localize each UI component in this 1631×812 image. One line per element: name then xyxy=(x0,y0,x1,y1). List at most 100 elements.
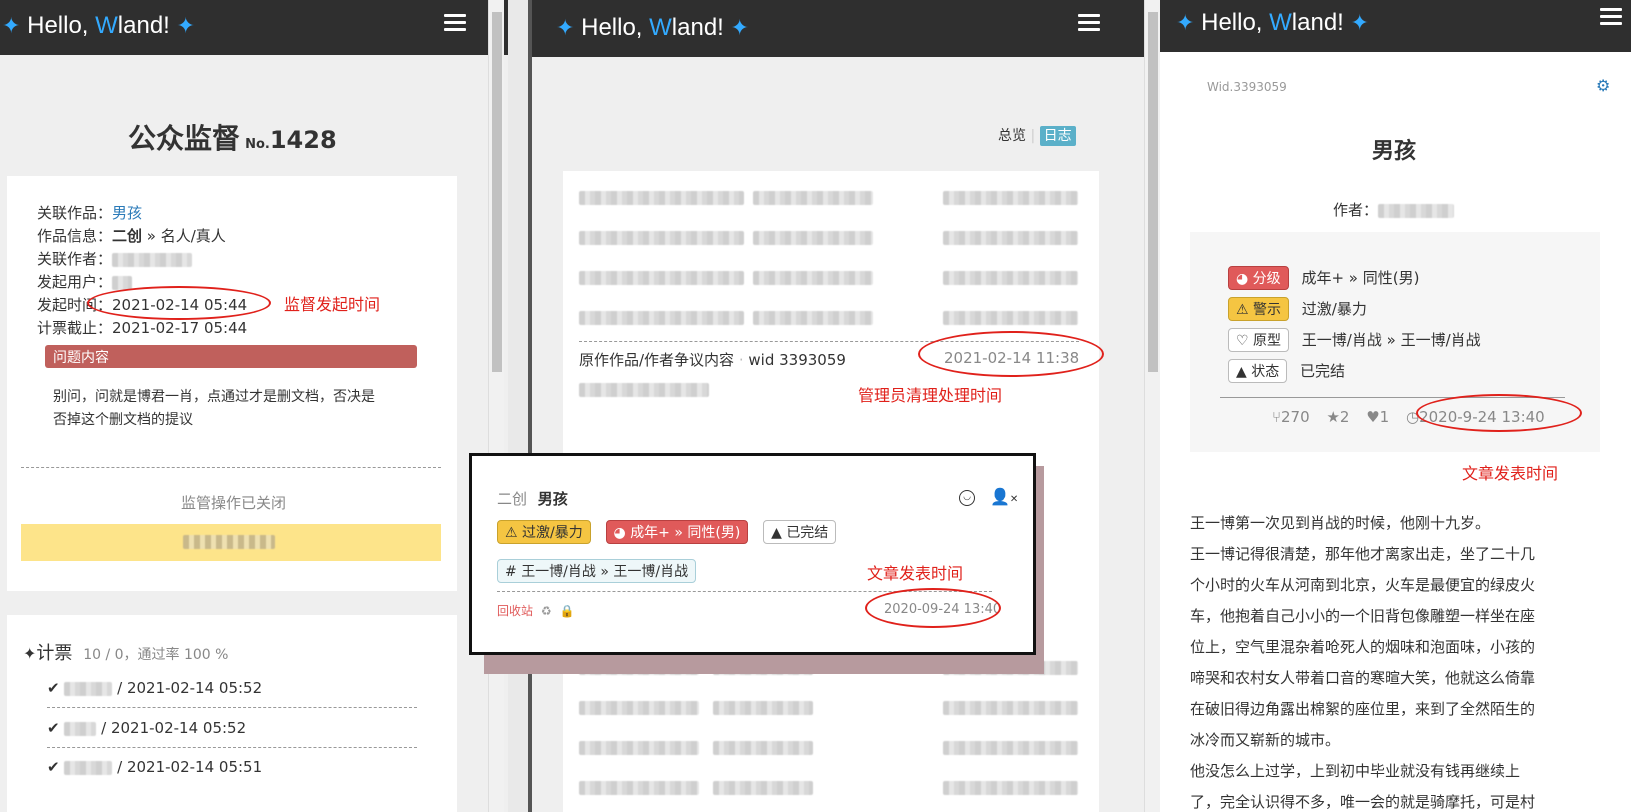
vote-stats: 10 / 0，通过率 100 % xyxy=(83,647,229,663)
voter-blurred xyxy=(64,681,113,696)
label: 关联作者： xyxy=(37,250,113,268)
body-line: 他没怎么上过学，上到初中毕业就没有钱再继续上 xyxy=(1190,762,1521,780)
vote-time: / 2021-02-14 05:52 xyxy=(101,719,247,737)
star-icon: ✦ xyxy=(2,13,21,38)
brand-w: W xyxy=(95,12,118,39)
meta-status: ▲ 状态 已完结 xyxy=(1228,359,1345,383)
vote-time: / 2021-02-14 05:51 xyxy=(117,758,263,776)
body-line: 在破旧得边角露出棉絮的座位里，来到了全然陌生的 xyxy=(1190,700,1536,718)
popup-tags: ⚠ 过激/暴力 ◕ 成年+ » 同性(男) ▲ 已完结 xyxy=(497,520,837,544)
brand-logo[interactable]: ✦ Hello, Wland! ✦ xyxy=(556,14,749,42)
body-line: 车，他抱着自己小小的一个旧背包像雕塑一样坐在座 xyxy=(1190,607,1536,625)
supervision-title: 公众监督 No.1428 xyxy=(128,117,337,157)
hamburger-menu-icon[interactable] xyxy=(444,14,466,35)
check-icon: ✔ xyxy=(47,758,60,776)
tag-warning[interactable]: ⚠ 过激/暴力 xyxy=(497,520,591,544)
right-panel: ✦ Hello, Wland! ✦ Wid.3393059 ⚙ 男孩 作者： ◕… xyxy=(1160,0,1631,812)
log-wid: wid 3393059 xyxy=(748,351,846,369)
tab-overview[interactable]: 总览 xyxy=(998,128,1026,144)
case-number: 1428 xyxy=(269,126,337,154)
log-text: 原作作品/作者争议内容 xyxy=(579,351,735,369)
voter-blurred xyxy=(64,721,97,736)
label: 发起用户： xyxy=(37,273,113,291)
recycle-link[interactable]: 回收站 xyxy=(497,604,533,618)
fork-icon: ⑂ xyxy=(1272,408,1282,426)
top-bar: ✦ Hello, Wland! ✦ xyxy=(0,0,508,55)
annotation-circle xyxy=(865,588,1001,628)
brand-land: land! xyxy=(671,14,724,41)
body-line: 王一博记得很清楚，那年他才离家出走，坐了二十几 xyxy=(1190,545,1536,563)
status-key: 状态 xyxy=(1251,364,1280,380)
smile-icon[interactable]: ◡ xyxy=(959,490,975,506)
stars-count: 2 xyxy=(1339,408,1350,426)
scrollbar[interactable] xyxy=(488,0,504,812)
tabs: 总览 | 日志 xyxy=(998,125,1076,146)
body-line: 了，完全认识得不多，唯一会的就是骑摩托，可是村 xyxy=(1190,793,1536,811)
star-icon: ✦ xyxy=(176,13,195,38)
body-line: 啼哭和农村女人带着口音的寒暄大笑，他就这么倚靠 xyxy=(1190,669,1536,687)
tag-fandom[interactable]: # 王一博/肖战 » 王一博/肖战 xyxy=(497,559,697,583)
tag-warning-label: 过激/暴力 xyxy=(522,525,583,541)
tab-divider: | xyxy=(1030,128,1036,144)
hamburger-menu-icon[interactable] xyxy=(1078,14,1100,35)
row-author: 关联作者： xyxy=(37,248,193,269)
left-panel: ✦ Hello, Wland! ✦ 公众监督 No.1428 关联作品：男孩 作… xyxy=(0,0,508,812)
vote-card: ✦计票 10 / 0，通过率 100 % ✔ / 2021-02-14 05:5… xyxy=(7,615,457,812)
rating-chip[interactable]: ◕ 分级 xyxy=(1228,266,1289,290)
brand-w: W xyxy=(1269,9,1292,36)
block-user-icon[interactable]: 👤✕ xyxy=(990,487,1018,506)
top-bar: ✦ Hello, Wland! ✦ xyxy=(1160,0,1631,52)
brand-logo[interactable]: ✦ Hello, Wland! ✦ xyxy=(2,12,195,40)
work-type: 二创 xyxy=(497,490,528,508)
rating-value: 成年+ » 同性(男) xyxy=(1301,269,1420,287)
brand-logo[interactable]: ✦ Hello, Wland! ✦ xyxy=(1176,9,1369,37)
blurred-content xyxy=(183,535,275,549)
body-line: 位上，空气里混杂着呛死人的烟味和泡面味，小孩的 xyxy=(1190,638,1536,656)
brand-hello: Hello, xyxy=(1201,9,1270,36)
star-icon: ✦ xyxy=(556,15,575,40)
work-title[interactable]: 男孩 xyxy=(538,490,568,508)
work-link[interactable]: 男孩 xyxy=(112,204,142,222)
rating-key: 分级 xyxy=(1252,271,1281,287)
row-deadline: 计票截止：2021-02-17 05:44 xyxy=(37,317,247,338)
recycle-icon[interactable]: ♻ xyxy=(541,604,552,618)
warning-chip[interactable]: ⚠ 警示 xyxy=(1228,297,1290,321)
settings-icon[interactable]: ⚙ xyxy=(1596,76,1610,95)
prototype-chip[interactable]: ♡ 原型 xyxy=(1228,328,1290,352)
brand-land: land! xyxy=(117,12,170,39)
heart-icon[interactable]: ♥ xyxy=(1366,408,1379,426)
annotation-admin-time: 管理员清理处理时间 xyxy=(858,386,1003,405)
label: 关联作品： xyxy=(37,204,113,222)
closed-status-box xyxy=(21,524,441,561)
hamburger-menu-icon[interactable] xyxy=(1600,8,1622,29)
body-line: 王一博第一次见到肖战的时候，他刚十九岁。 xyxy=(1190,514,1491,532)
prototype-key: 原型 xyxy=(1253,333,1282,349)
tag-rating[interactable]: ◕ 成年+ » 同性(男) xyxy=(605,520,749,544)
star-rating-icon[interactable]: ★ xyxy=(1326,408,1339,426)
value: 二创 xyxy=(112,227,143,245)
star-icon: ✦ xyxy=(730,15,749,40)
issue-text-line-2: 否掉这个删文档的提议 xyxy=(53,412,193,428)
annotation-start-time: 监督发起时间 xyxy=(284,295,381,314)
label: 计票截止： xyxy=(37,319,113,337)
vote-item: ✔ / 2021-02-14 05:51 xyxy=(47,758,262,776)
author-blurred xyxy=(1378,203,1455,218)
check-icon: ✔ xyxy=(47,719,60,737)
star-icon: ✦ xyxy=(1350,10,1369,35)
heartbeat-icon: ♡ xyxy=(1236,333,1249,349)
log-sep: · xyxy=(738,351,744,369)
status-chip[interactable]: ▲ 状态 xyxy=(1228,359,1288,383)
info-card: 关联作品：男孩 作品信息：二创 » 名人/真人 关联作者： 发起用户： 发起时间… xyxy=(7,176,457,591)
popup-footer: 回收站 ♻ 🔒 xyxy=(497,602,574,619)
tag-rating-label: 成年+ » 同性(男) xyxy=(630,525,741,541)
user-blurred xyxy=(112,275,133,290)
tree-icon: ▲ xyxy=(1236,364,1247,380)
scrollbar-middle[interactable] xyxy=(1144,0,1160,812)
tab-log[interactable]: 日志 xyxy=(1039,126,1076,146)
warning-value: 过激/暴力 xyxy=(1301,300,1367,318)
meta-rating: ◕ 分级 成年+ » 同性(男) xyxy=(1228,266,1419,290)
vote-star-icon: ✦ xyxy=(23,644,37,663)
annotation-circle xyxy=(1416,394,1582,432)
annotation-circle xyxy=(87,286,271,320)
tag-status[interactable]: ▲ 已完结 xyxy=(763,520,837,544)
